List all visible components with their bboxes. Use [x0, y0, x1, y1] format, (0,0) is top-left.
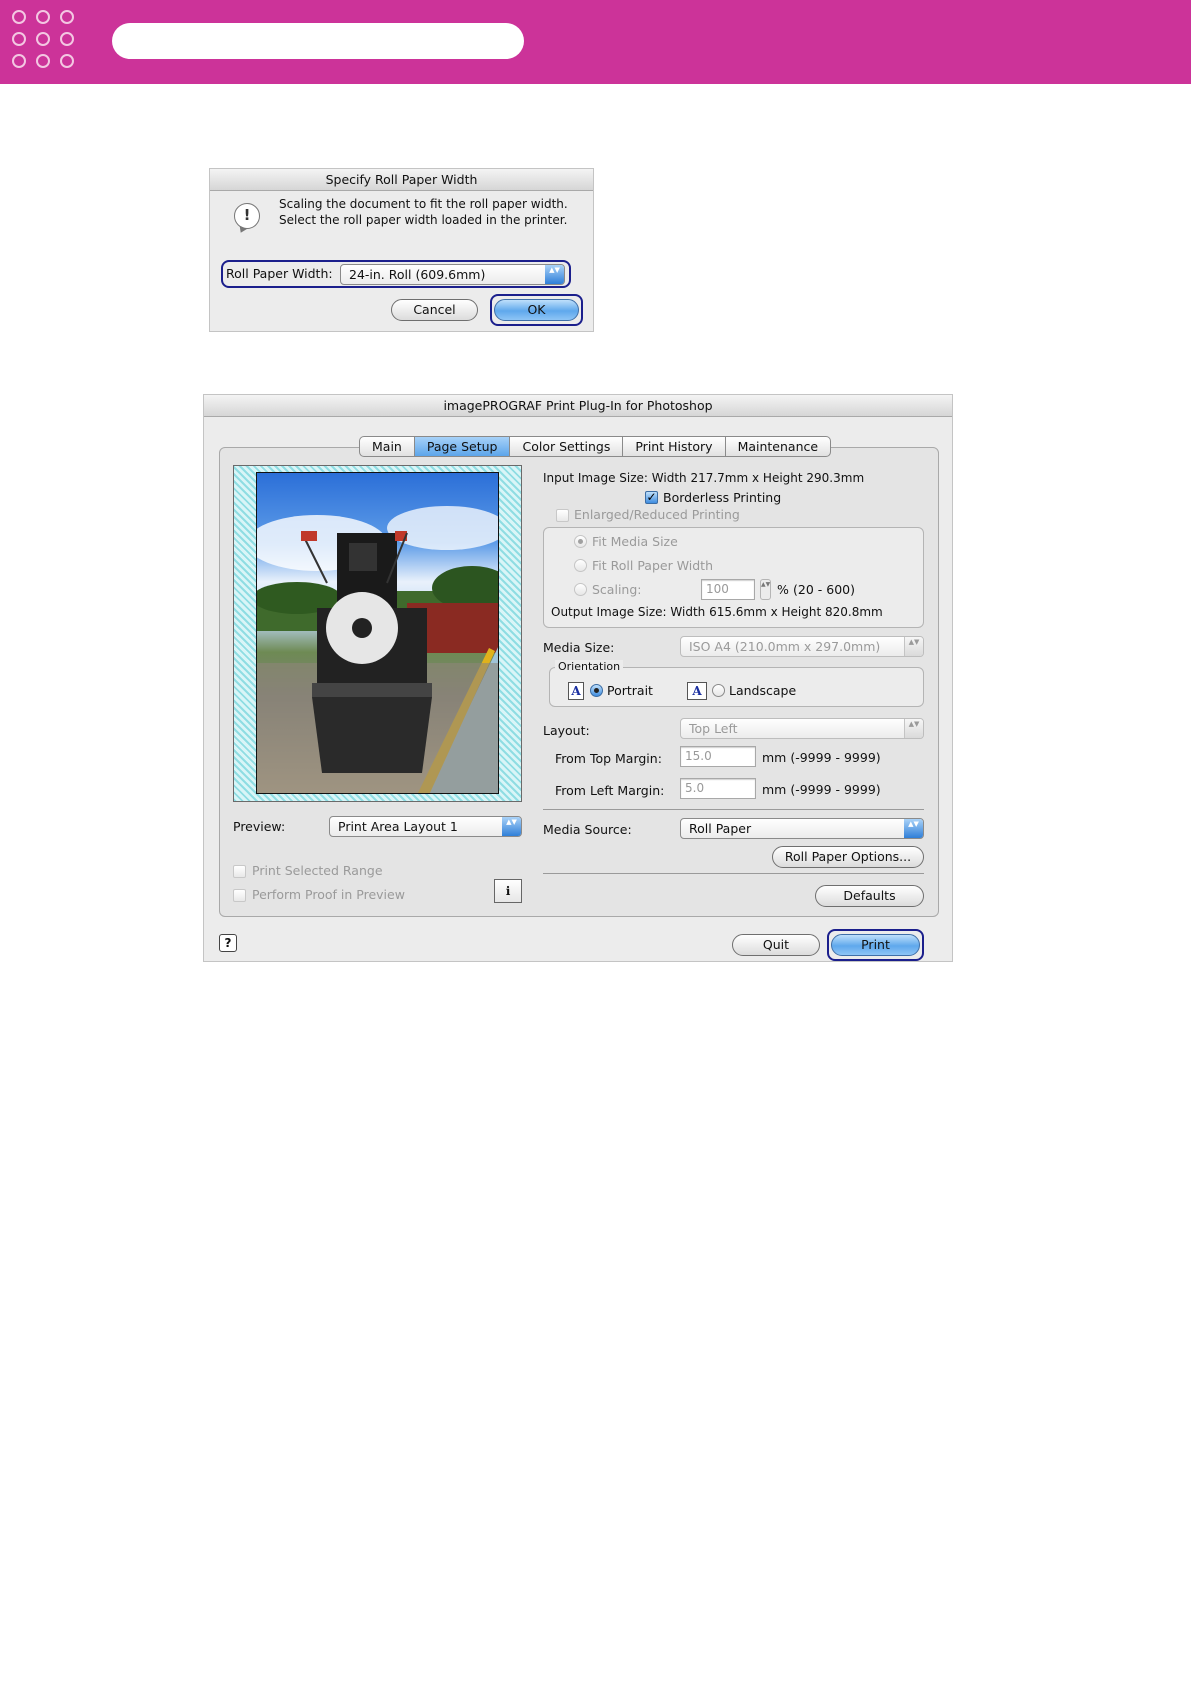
fit-media-size-radio[interactable]	[574, 535, 587, 548]
alert-icon: !	[234, 203, 260, 229]
output-image-size: Output Image Size: Width 615.6mm x Heigh…	[551, 605, 883, 619]
left-margin-label: From Left Margin:	[555, 783, 665, 798]
tab-print-history[interactable]: Print History	[623, 437, 726, 456]
roll-paper-width-label: Roll Paper Width:	[226, 266, 333, 281]
proof-info-icon[interactable]: ℹ	[494, 879, 522, 903]
top-margin-range: mm (-9999 - 9999)	[762, 750, 881, 765]
roll-paper-options-button[interactable]: Roll Paper Options...	[772, 846, 924, 868]
portrait-radio[interactable]	[590, 684, 603, 697]
dialog-title: imagePROGRAF Print Plug-In for Photoshop	[204, 395, 952, 417]
media-source-value: Roll Paper	[689, 821, 752, 836]
landscape-icon: A	[687, 682, 707, 700]
roll-paper-width-value: 24-in. Roll (609.6mm)	[349, 267, 486, 282]
scaling-unit: %	[777, 582, 789, 597]
top-margin-input[interactable]: 15.0	[680, 746, 756, 767]
portrait-icon: A	[568, 682, 584, 700]
print-plugin-dialog: imagePROGRAF Print Plug-In for Photoshop…	[203, 394, 953, 962]
tab-bar: Main Page Setup Color Settings Print His…	[359, 436, 832, 457]
enlarged-reduced-label: Enlarged/Reduced Printing	[574, 507, 740, 522]
scaling-range: (20 - 600)	[793, 582, 855, 597]
quit-button[interactable]: Quit	[732, 934, 820, 956]
header-title-pill	[112, 23, 524, 59]
dialog-title: Specify Roll Paper Width	[210, 169, 593, 191]
perform-proof-label: Perform Proof in Preview	[252, 887, 405, 902]
landscape-radio[interactable]	[712, 684, 725, 697]
borderless-printing-checkbox[interactable]: ✓	[645, 491, 658, 504]
preview-select[interactable]: Print Area Layout 1 ▲▼	[329, 816, 522, 837]
cancel-button[interactable]: Cancel	[391, 299, 478, 321]
ok-button[interactable]: OK	[494, 299, 579, 321]
help-icon[interactable]: ?	[219, 934, 237, 952]
header-banner	[0, 0, 1191, 84]
print-button[interactable]: Print	[831, 934, 920, 956]
media-size-select[interactable]: ISO A4 (210.0mm x 297.0mm) ▲▼	[680, 636, 924, 657]
scaling-input[interactable]: 100	[701, 579, 755, 600]
media-source-label: Media Source:	[543, 822, 632, 837]
tab-page-setup[interactable]: Page Setup	[414, 437, 511, 456]
fit-media-size-label: Fit Media Size	[592, 534, 678, 549]
preview-image	[256, 472, 499, 794]
fit-roll-paper-width-label: Fit Roll Paper Width	[592, 558, 714, 573]
decorative-dots-icon	[12, 10, 82, 76]
enlarged-reduced-checkbox[interactable]	[556, 509, 569, 522]
layout-label: Layout:	[543, 723, 590, 738]
media-size-value: ISO A4 (210.0mm x 297.0mm)	[689, 639, 881, 654]
dialog-message: Scaling the document to fit the roll pap…	[279, 196, 568, 228]
print-selected-range-checkbox[interactable]	[233, 865, 246, 878]
orientation-legend: Orientation	[555, 660, 624, 673]
separator	[543, 809, 924, 810]
popup-arrows-icon: ▲▼	[545, 265, 564, 284]
print-selected-range-label: Print Selected Range	[252, 863, 383, 878]
message-line-2: Select the roll paper width loaded in th…	[279, 213, 568, 227]
separator	[543, 873, 924, 874]
layout-value: Top Left	[689, 721, 738, 736]
popup-arrows-icon: ▲▼	[904, 637, 923, 656]
train-photo-icon	[257, 506, 498, 793]
fit-roll-paper-width-radio[interactable]	[574, 559, 587, 572]
portrait-label: Portrait	[607, 683, 653, 698]
tab-maintenance[interactable]: Maintenance	[726, 437, 830, 456]
tab-main[interactable]: Main	[360, 437, 415, 456]
landscape-label: Landscape	[729, 683, 797, 698]
popup-arrows-icon: ▲▼	[904, 719, 923, 738]
scaling-stepper[interactable]: ▲▼	[760, 579, 771, 600]
borderless-printing-label: Borderless Printing	[663, 490, 782, 505]
media-size-label: Media Size:	[543, 640, 615, 655]
preview-area	[233, 465, 522, 802]
defaults-button[interactable]: Defaults	[815, 885, 924, 907]
top-margin-label: From Top Margin:	[555, 751, 662, 766]
left-margin-input[interactable]: 5.0	[680, 778, 756, 799]
preview-value: Print Area Layout 1	[338, 819, 458, 834]
preview-label: Preview:	[233, 819, 286, 834]
tab-color-settings[interactable]: Color Settings	[510, 437, 624, 456]
left-margin-range: mm (-9999 - 9999)	[762, 782, 881, 797]
message-line-1: Scaling the document to fit the roll pap…	[279, 197, 568, 211]
scaling-label: Scaling:	[592, 582, 642, 597]
specify-roll-paper-width-dialog: Specify Roll Paper Width ! Scaling the d…	[209, 168, 594, 332]
layout-select[interactable]: Top Left ▲▼	[680, 718, 924, 739]
roll-paper-width-select[interactable]: 24-in. Roll (609.6mm) ▲▼	[340, 264, 565, 285]
input-image-size: Input Image Size: Width 217.7mm x Height…	[543, 471, 865, 485]
popup-arrows-icon: ▲▼	[502, 817, 521, 836]
media-source-select[interactable]: Roll Paper ▲▼	[680, 818, 924, 839]
scaling-radio[interactable]	[574, 583, 587, 596]
popup-arrows-icon: ▲▼	[904, 819, 923, 838]
perform-proof-checkbox[interactable]	[233, 889, 246, 902]
